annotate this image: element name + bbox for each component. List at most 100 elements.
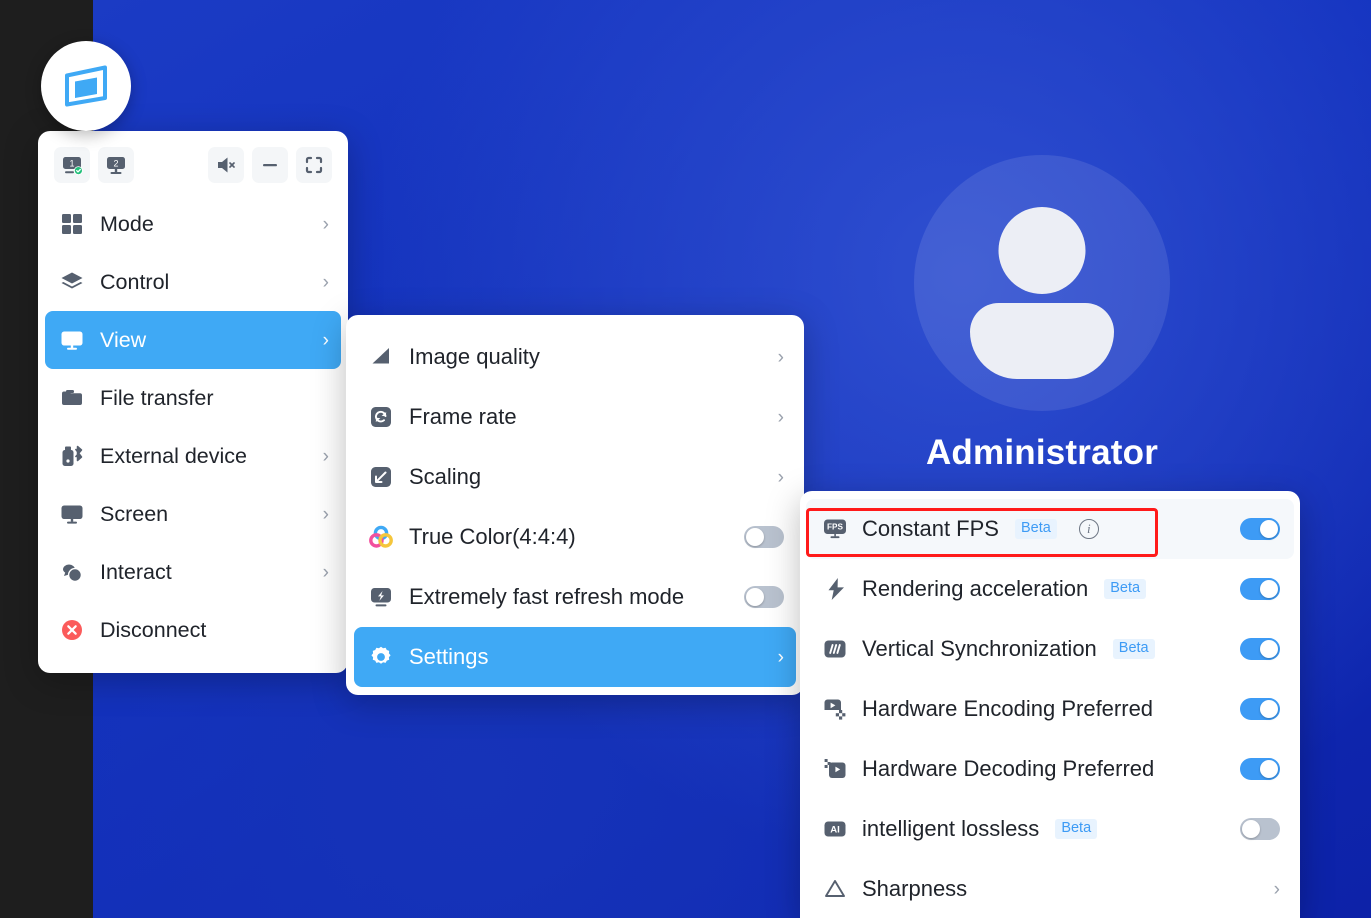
menu-item-true-color[interactable]: True Color(4:4:4) bbox=[354, 507, 796, 567]
menu-item-intelligent-lossless[interactable]: AI intelligent lossless Beta bbox=[806, 799, 1294, 859]
menu-item-external-device[interactable]: External device › bbox=[45, 427, 341, 485]
menu-item-view[interactable]: View › bbox=[45, 311, 341, 369]
monitor-2-button[interactable]: 2 bbox=[98, 147, 134, 183]
menu-item-disconnect[interactable]: Disconnect bbox=[45, 601, 341, 659]
vertical-synchronization-toggle[interactable] bbox=[1240, 638, 1280, 660]
app-logo-button[interactable] bbox=[41, 41, 131, 131]
menu-item-label: Disconnect bbox=[100, 617, 207, 642]
beta-badge: Beta bbox=[1055, 819, 1098, 839]
toggle-knob bbox=[1260, 580, 1278, 598]
view-submenu-panel: Image quality › Frame rate › Scaling › T… bbox=[346, 315, 804, 695]
svg-text:2: 2 bbox=[113, 159, 118, 169]
main-menu-panel: 1 2 Mode › Control › View › File transfe… bbox=[38, 131, 348, 673]
menu-item-label: External device bbox=[100, 443, 247, 468]
avatar-head bbox=[998, 207, 1086, 294]
refresh-icon bbox=[368, 404, 394, 430]
menu-item-label: File transfer bbox=[100, 385, 214, 410]
svg-text:FPS: FPS bbox=[827, 523, 843, 532]
menu-item-label: View bbox=[100, 327, 147, 352]
menu-item-label: Vertical Synchronization bbox=[862, 636, 1097, 661]
monitor-1-button[interactable]: 1 bbox=[54, 147, 90, 183]
ai-icon: AI bbox=[822, 816, 848, 842]
menu-item-settings[interactable]: Settings › bbox=[354, 627, 796, 687]
monitor-icon bbox=[59, 327, 85, 353]
menu-item-frame-rate[interactable]: Frame rate › bbox=[354, 387, 796, 447]
toggle-knob bbox=[746, 588, 764, 606]
chevron-right-icon: › bbox=[322, 271, 329, 293]
svg-text:AI: AI bbox=[830, 824, 840, 835]
monitor-icon: 1 bbox=[63, 157, 83, 175]
chevron-right-icon: › bbox=[1273, 878, 1280, 900]
menu-item-label: Rendering acceleration bbox=[862, 576, 1089, 601]
chevron-right-icon: › bbox=[322, 561, 329, 583]
usb-bluetooth-icon bbox=[59, 443, 85, 469]
menu-item-label: Hardware Encoding Preferred bbox=[862, 696, 1154, 721]
grid-icon bbox=[59, 211, 85, 237]
minimize-icon bbox=[263, 164, 277, 167]
menu-item-screen[interactable]: Screen › bbox=[45, 485, 341, 543]
hardware-decoding-toggle[interactable] bbox=[1240, 758, 1280, 780]
menu-item-label: Hardware Decoding Preferred bbox=[862, 756, 1155, 781]
hardware-encoding-toggle[interactable] bbox=[1240, 698, 1280, 720]
beta-badge: Beta bbox=[1112, 639, 1155, 659]
info-icon[interactable]: i bbox=[1078, 519, 1099, 539]
menu-item-mode[interactable]: Mode › bbox=[45, 195, 341, 253]
fullscreen-button[interactable] bbox=[296, 147, 332, 183]
menu-item-label: True Color(4:4:4) bbox=[409, 524, 576, 549]
true-color-toggle[interactable] bbox=[744, 526, 784, 548]
chevron-right-icon: › bbox=[322, 445, 329, 467]
menu-item-extremely-fast-refresh[interactable]: Extremely fast refresh mode bbox=[354, 567, 796, 627]
folder-icon bbox=[59, 385, 85, 411]
menu-item-sharpness[interactable]: Sharpness › bbox=[806, 859, 1294, 918]
menu-item-label: intelligent lossless bbox=[862, 816, 1040, 841]
menu-item-label: Interact bbox=[100, 559, 172, 584]
toggle-knob bbox=[1242, 820, 1260, 838]
menu-item-scaling[interactable]: Scaling › bbox=[354, 447, 796, 507]
chevron-right-icon: › bbox=[322, 213, 329, 235]
menu-item-hardware-decoding-preferred[interactable]: Hardware Decoding Preferred bbox=[806, 739, 1294, 799]
chevron-right-icon: › bbox=[777, 406, 784, 428]
intelligent-lossless-toggle[interactable] bbox=[1240, 818, 1280, 840]
lightning-bolt-icon bbox=[822, 576, 848, 602]
menu-item-label: Control bbox=[100, 269, 170, 294]
menu-item-constant-fps[interactable]: FPS Constant FPS Beta i bbox=[806, 499, 1294, 559]
menu-item-interact[interactable]: Interact › bbox=[45, 543, 341, 601]
extremely-fast-refresh-toggle[interactable] bbox=[744, 586, 784, 608]
layers-icon bbox=[59, 269, 85, 295]
settings-submenu-panel: FPS Constant FPS Beta i Rendering accele… bbox=[800, 491, 1300, 918]
fast-refresh-icon bbox=[368, 584, 394, 610]
avatar-body bbox=[970, 303, 1114, 379]
login-user-block: Administrator bbox=[913, 155, 1171, 473]
speaker-mute-icon bbox=[218, 157, 235, 173]
menu-item-label: Extremely fast refresh mode bbox=[409, 584, 685, 609]
menu-item-label: Constant FPS bbox=[862, 516, 999, 541]
menu-item-file-transfer[interactable]: File transfer bbox=[45, 369, 341, 427]
menu-item-label: Screen bbox=[100, 501, 169, 526]
chevron-right-icon: › bbox=[322, 329, 329, 351]
window-toolbar: 1 2 bbox=[38, 141, 348, 195]
menu-item-rendering-acceleration[interactable]: Rendering acceleration Beta bbox=[806, 559, 1294, 619]
menu-item-control[interactable]: Control › bbox=[45, 253, 341, 311]
menu-item-hardware-encoding-preferred[interactable]: Hardware Encoding Preferred bbox=[806, 679, 1294, 739]
menu-item-vertical-synchronization[interactable]: Vertical Synchronization Beta bbox=[806, 619, 1294, 679]
hardware-decoding-icon bbox=[822, 756, 848, 782]
color-rings-icon bbox=[368, 524, 394, 550]
triangle-icon bbox=[822, 876, 848, 902]
beta-badge: Beta bbox=[1014, 519, 1057, 539]
minimize-button[interactable] bbox=[252, 147, 288, 183]
constant-fps-toggle[interactable] bbox=[1240, 518, 1280, 540]
mute-button[interactable] bbox=[208, 147, 244, 183]
fps-icon: FPS bbox=[822, 516, 848, 542]
menu-item-image-quality[interactable]: Image quality › bbox=[354, 327, 796, 387]
vsync-bars-icon bbox=[822, 636, 848, 662]
chevron-right-icon: › bbox=[777, 466, 784, 488]
user-name-label: Administrator bbox=[925, 433, 1159, 472]
scaling-arrow-icon bbox=[368, 464, 394, 490]
hardware-encoding-icon bbox=[822, 696, 848, 722]
toggle-knob bbox=[1260, 640, 1278, 658]
user-avatar-icon bbox=[914, 155, 1170, 411]
svg-text:1: 1 bbox=[69, 159, 74, 169]
menu-item-label: Image quality bbox=[409, 344, 540, 369]
rendering-acceleration-toggle[interactable] bbox=[1240, 578, 1280, 600]
beta-badge: Beta bbox=[1104, 579, 1147, 599]
